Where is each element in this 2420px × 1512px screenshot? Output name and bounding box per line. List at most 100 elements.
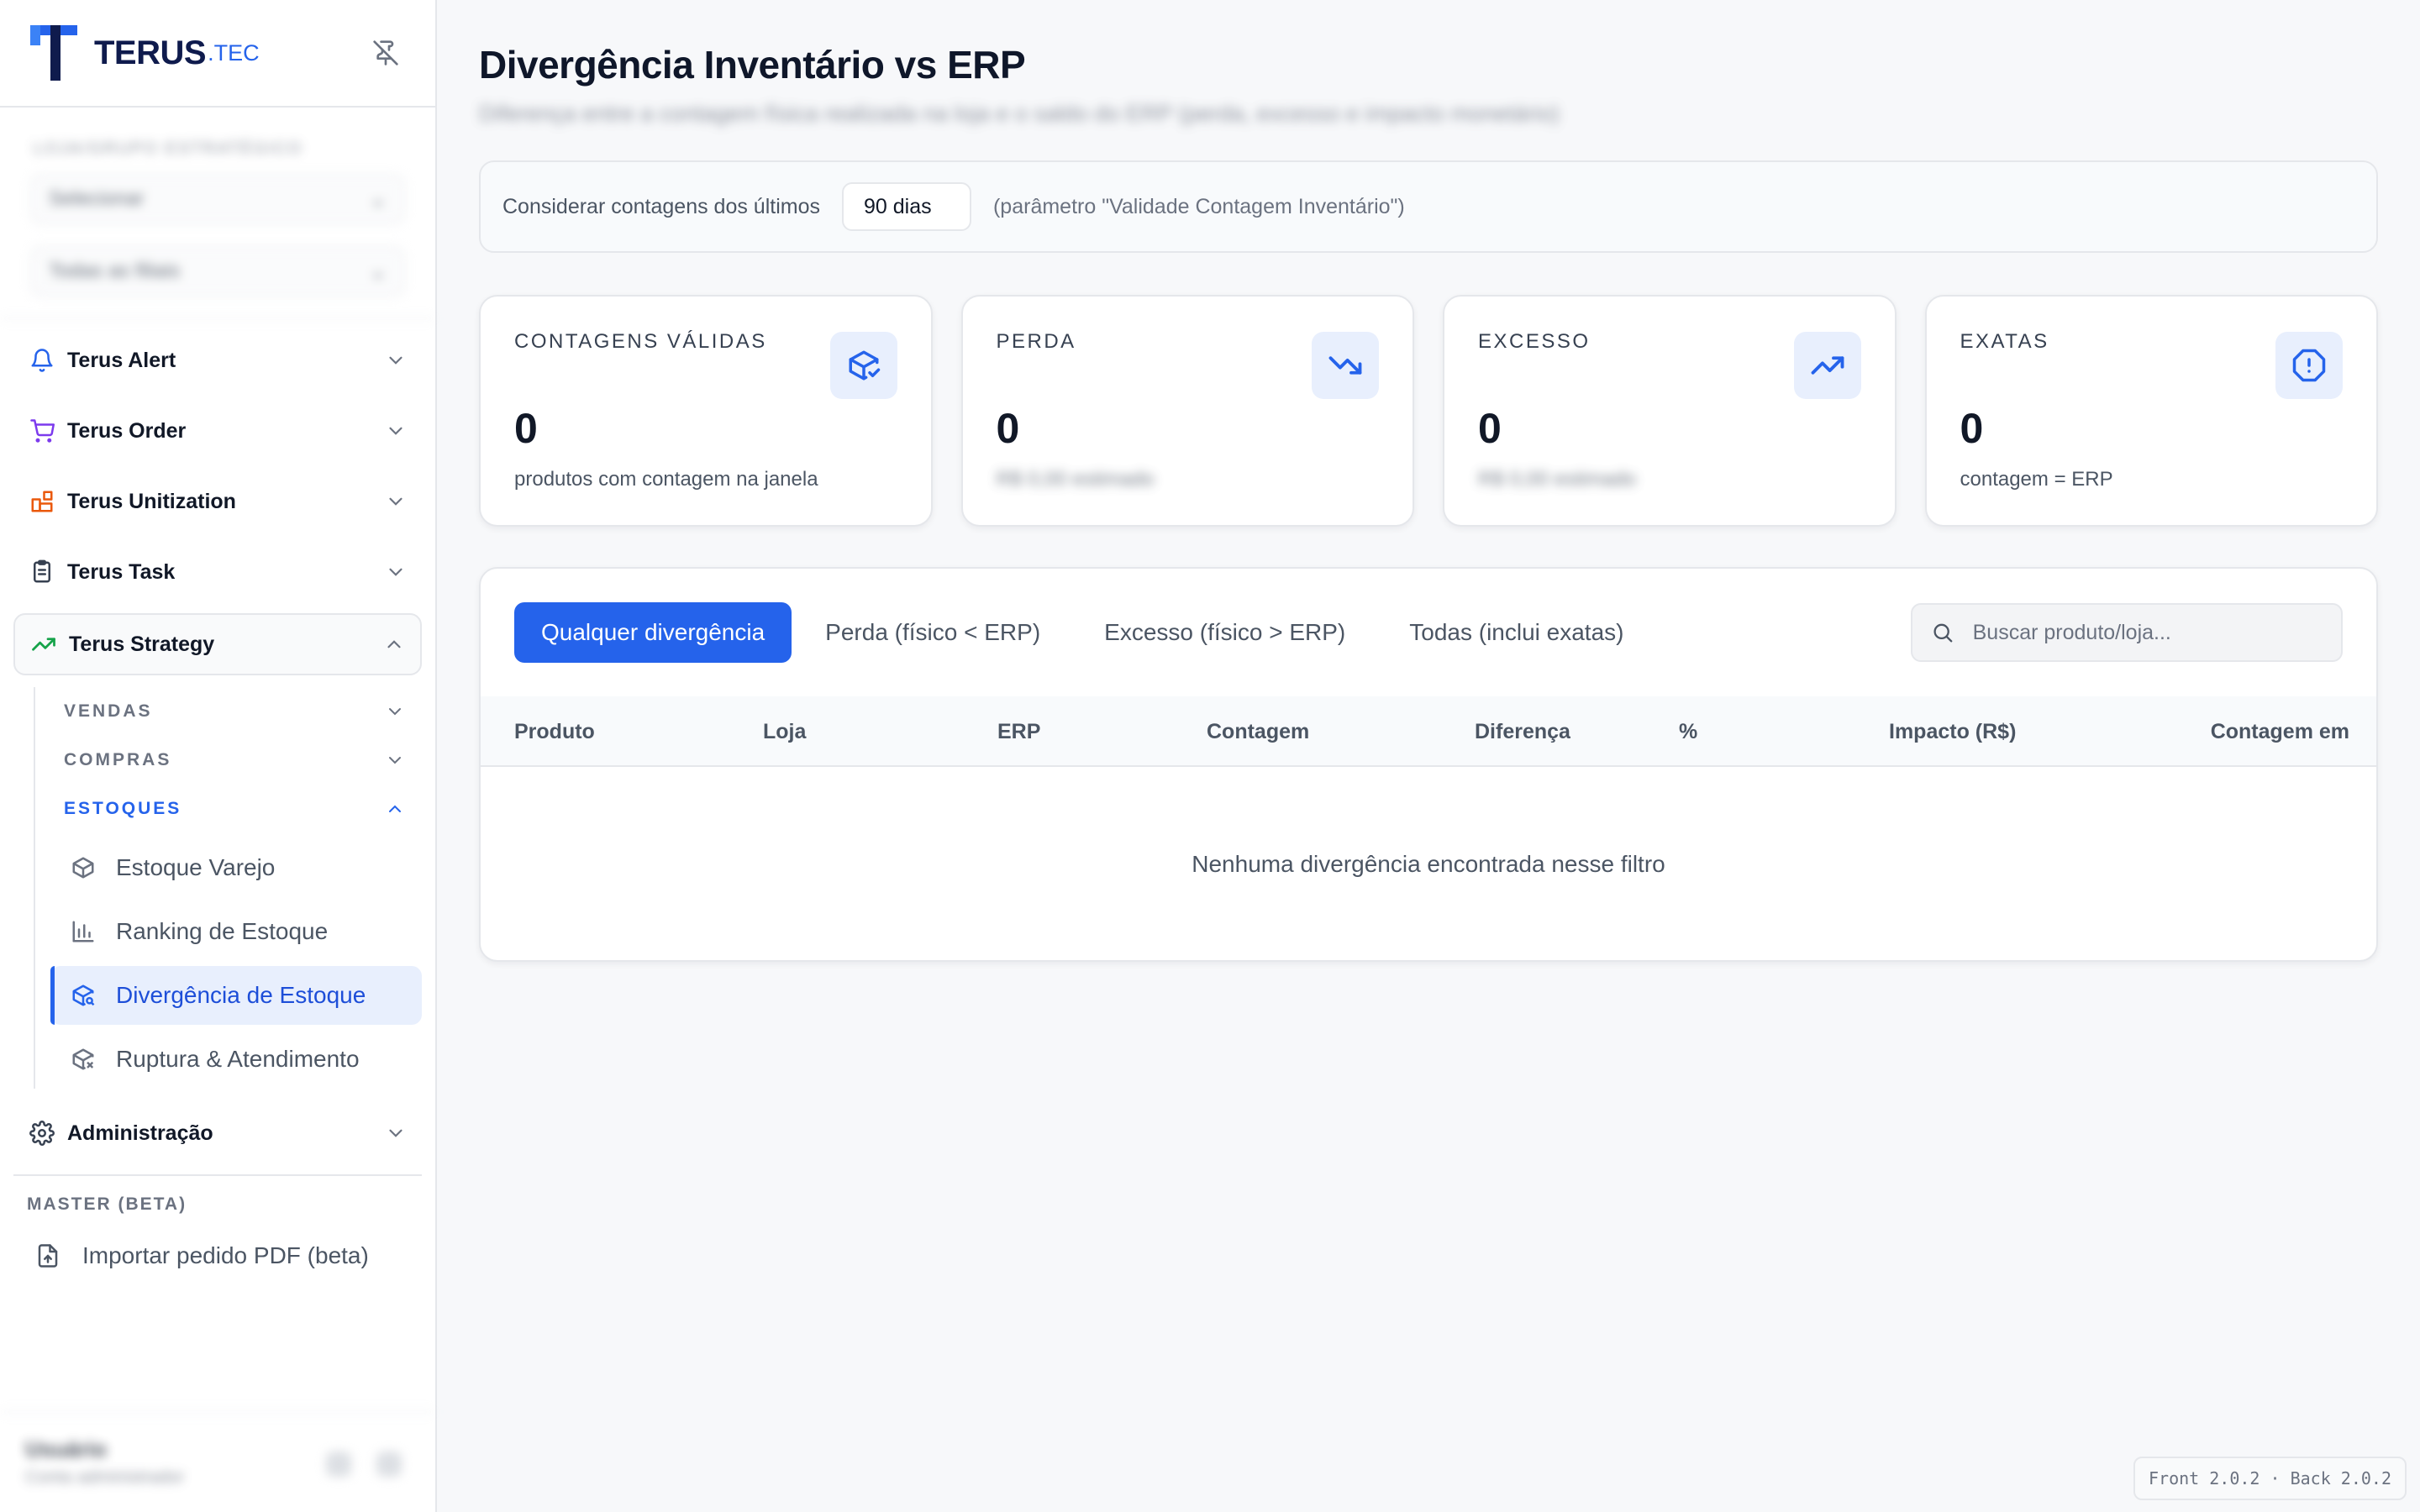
trending-down-icon — [1312, 332, 1379, 399]
window-parameter-bar: Considerar contagens dos últimos 90 dias… — [479, 160, 2378, 253]
branch-select-value: Todas as filiais — [49, 260, 181, 282]
nav-terus-unitization-label: Terus Unitization — [67, 489, 236, 513]
nav-terus-alert[interactable]: Terus Alert — [13, 331, 422, 390]
sidebar-item-divergencia-estoque[interactable]: Divergência de Estoque — [50, 966, 422, 1025]
logout-icon[interactable] — [376, 1452, 402, 1477]
card-caption: produtos com contagem na janela — [514, 468, 818, 491]
page-subtitle: Diferença entre a contagem física realiz… — [479, 101, 1560, 126]
summary-cards: CONTAGENS VÁLIDAS 0 produtos com contage… — [479, 295, 2378, 527]
card-caption: R$ 0,00 estimado — [1478, 468, 1637, 491]
card-caption: R$ 0,00 estimado — [996, 468, 1155, 491]
tab-todas[interactable]: Todas (inclui exatas) — [1377, 602, 1655, 663]
section-vendas-label: VENDAS — [64, 701, 153, 721]
nav-terus-strategy-label: Terus Strategy — [69, 632, 215, 656]
col-loja[interactable]: Loja — [763, 720, 806, 744]
sidebar-divider — [13, 1174, 422, 1176]
main-content: Divergência Inventário vs ERP Diferença … — [437, 0, 2420, 1512]
chevron-down-icon — [389, 708, 401, 716]
card-value: 0 — [1960, 405, 1984, 452]
unpin-sidebar-button[interactable] — [370, 37, 402, 69]
alert-octagon-icon — [2275, 332, 2343, 399]
sidebar-item-importar-pdf[interactable]: Importar pedido PDF (beta) — [0, 1226, 435, 1285]
chevron-down-icon — [389, 568, 402, 576]
col-impacto[interactable]: Impacto (R$) — [1889, 720, 2016, 744]
sidebar-item-label: Ruptura & Atendimento — [116, 1046, 360, 1072]
store-select-value: Selecionar — [49, 187, 145, 210]
master-section-label: MASTER (BETA) — [27, 1194, 187, 1214]
nav-terus-task[interactable]: Terus Task — [13, 543, 422, 601]
sidebar: TERUS .TEC LOJA/GRUPO ESTRATÉGICO Seleci… — [0, 0, 437, 1512]
version-badge: Front 2.0.2 · Back 2.0.2 — [2133, 1457, 2407, 1500]
card-contagens-validas: CONTAGENS VÁLIDAS 0 produtos com contage… — [479, 295, 933, 527]
section-estoques[interactable]: ESTOQUES — [50, 785, 422, 833]
package-search-icon — [69, 981, 97, 1010]
nav-administracao-label: Administração — [67, 1121, 213, 1145]
branch-select[interactable]: Todas as filiais ⌄ — [30, 246, 405, 297]
package-x-icon — [69, 1045, 97, 1074]
tab-perda[interactable]: Perda (físico < ERP) — [793, 602, 1072, 663]
sidebar-item-label: Importar pedido PDF (beta) — [82, 1242, 369, 1268]
nav-terus-unitization[interactable]: Terus Unitization — [13, 472, 422, 531]
card-value: 0 — [514, 405, 538, 452]
settings-gear-icon — [29, 1120, 55, 1147]
sidebar-item-ruptura-atendimento[interactable]: Ruptura & Atendimento — [50, 1030, 422, 1089]
nav-terus-task-label: Terus Task — [67, 559, 176, 584]
window-days-input[interactable]: 90 dias — [841, 182, 971, 231]
search-box[interactable] — [1911, 603, 2343, 662]
sidebar-item-label: Estoque Varejo — [116, 854, 276, 880]
nav-administracao[interactable]: Administração — [13, 1104, 422, 1163]
tab-qualquer-divergencia[interactable]: Qualquer divergência — [514, 602, 792, 663]
brand-header: TERUS .TEC — [0, 0, 435, 108]
brand-suffix: .TEC — [208, 39, 260, 66]
bell-icon — [29, 347, 55, 374]
card-value: 0 — [1478, 405, 1502, 452]
section-compras[interactable]: COMPRAS — [50, 736, 422, 785]
blocks-icon — [29, 488, 55, 515]
search-icon — [1933, 623, 1953, 643]
divergence-table-panel: Qualquer divergência Perda (físico < ERP… — [479, 567, 2378, 962]
chevron-down-icon — [389, 1129, 402, 1137]
card-exatas: EXATAS 0 contagem = ERP — [1924, 295, 2378, 527]
nav-terus-alert-label: Terus Alert — [67, 348, 176, 372]
col-contagem-em[interactable]: Contagem em — [2211, 720, 2349, 744]
chevron-down-icon: ⌄ — [369, 260, 387, 283]
chevron-down-icon — [389, 427, 402, 435]
card-excesso: EXCESSO 0 R$ 0,00 estimado — [1443, 295, 1897, 527]
shopping-cart-icon — [29, 417, 55, 444]
tab-excesso[interactable]: Excesso (físico > ERP) — [1072, 602, 1377, 663]
sidebar-item-label: Ranking de Estoque — [116, 918, 329, 944]
sidebar-item-estoque-varejo[interactable]: Estoque Varejo — [50, 838, 422, 897]
chevron-up-icon — [389, 805, 401, 812]
table-toolbar: Qualquer divergência Perda (físico < ERP… — [481, 569, 2376, 696]
col-diferenca[interactable]: Diferença — [1475, 720, 1570, 744]
table-header: Produto Loja ERP Contagem Diferença % Im… — [481, 696, 2376, 767]
trending-up-icon — [1793, 332, 1861, 399]
strategy-subnav: VENDAS COMPRAS ESTOQUES Estoque Varejo R… — [34, 687, 422, 1089]
col-erp[interactable]: ERP — [997, 720, 1040, 744]
window-parameter-label: Considerar contagens dos últimos — [502, 194, 820, 218]
nav-terus-order[interactable]: Terus Order — [13, 402, 422, 460]
package-check-icon — [829, 332, 897, 399]
app-root: TERUS .TEC LOJA/GRUPO ESTRATÉGICO Seleci… — [0, 0, 2420, 1512]
terus-logo-icon — [30, 25, 77, 81]
section-vendas[interactable]: VENDAS — [50, 687, 422, 736]
section-compras-label: COMPRAS — [64, 750, 172, 769]
col-percentual[interactable]: % — [1679, 720, 1697, 744]
section-estoques-label: ESTOQUES — [64, 799, 182, 818]
chevron-up-icon — [387, 640, 401, 648]
trending-up-icon — [30, 631, 57, 658]
pin-off-icon — [373, 40, 398, 66]
card-caption: contagem = ERP — [1960, 468, 2113, 491]
package-icon — [69, 853, 97, 882]
chevron-down-icon: ⌄ — [369, 187, 387, 211]
store-select[interactable]: Selecionar ⌄ — [30, 174, 405, 224]
empty-state-message: Nenhuma divergência encontrada nesse fil… — [1192, 851, 1665, 877]
col-contagem[interactable]: Contagem — [1207, 720, 1309, 744]
nav-terus-strategy[interactable]: Terus Strategy — [13, 613, 422, 675]
sidebar-item-ranking-estoque[interactable]: Ranking de Estoque — [50, 902, 422, 961]
search-input[interactable] — [1970, 619, 2323, 646]
theme-toggle-icon[interactable] — [326, 1452, 351, 1477]
user-profile[interactable]: Usuário Conta administrador — [0, 1411, 435, 1512]
sidebar-item-label: Divergência de Estoque — [116, 982, 366, 1008]
col-produto[interactable]: Produto — [514, 720, 595, 744]
